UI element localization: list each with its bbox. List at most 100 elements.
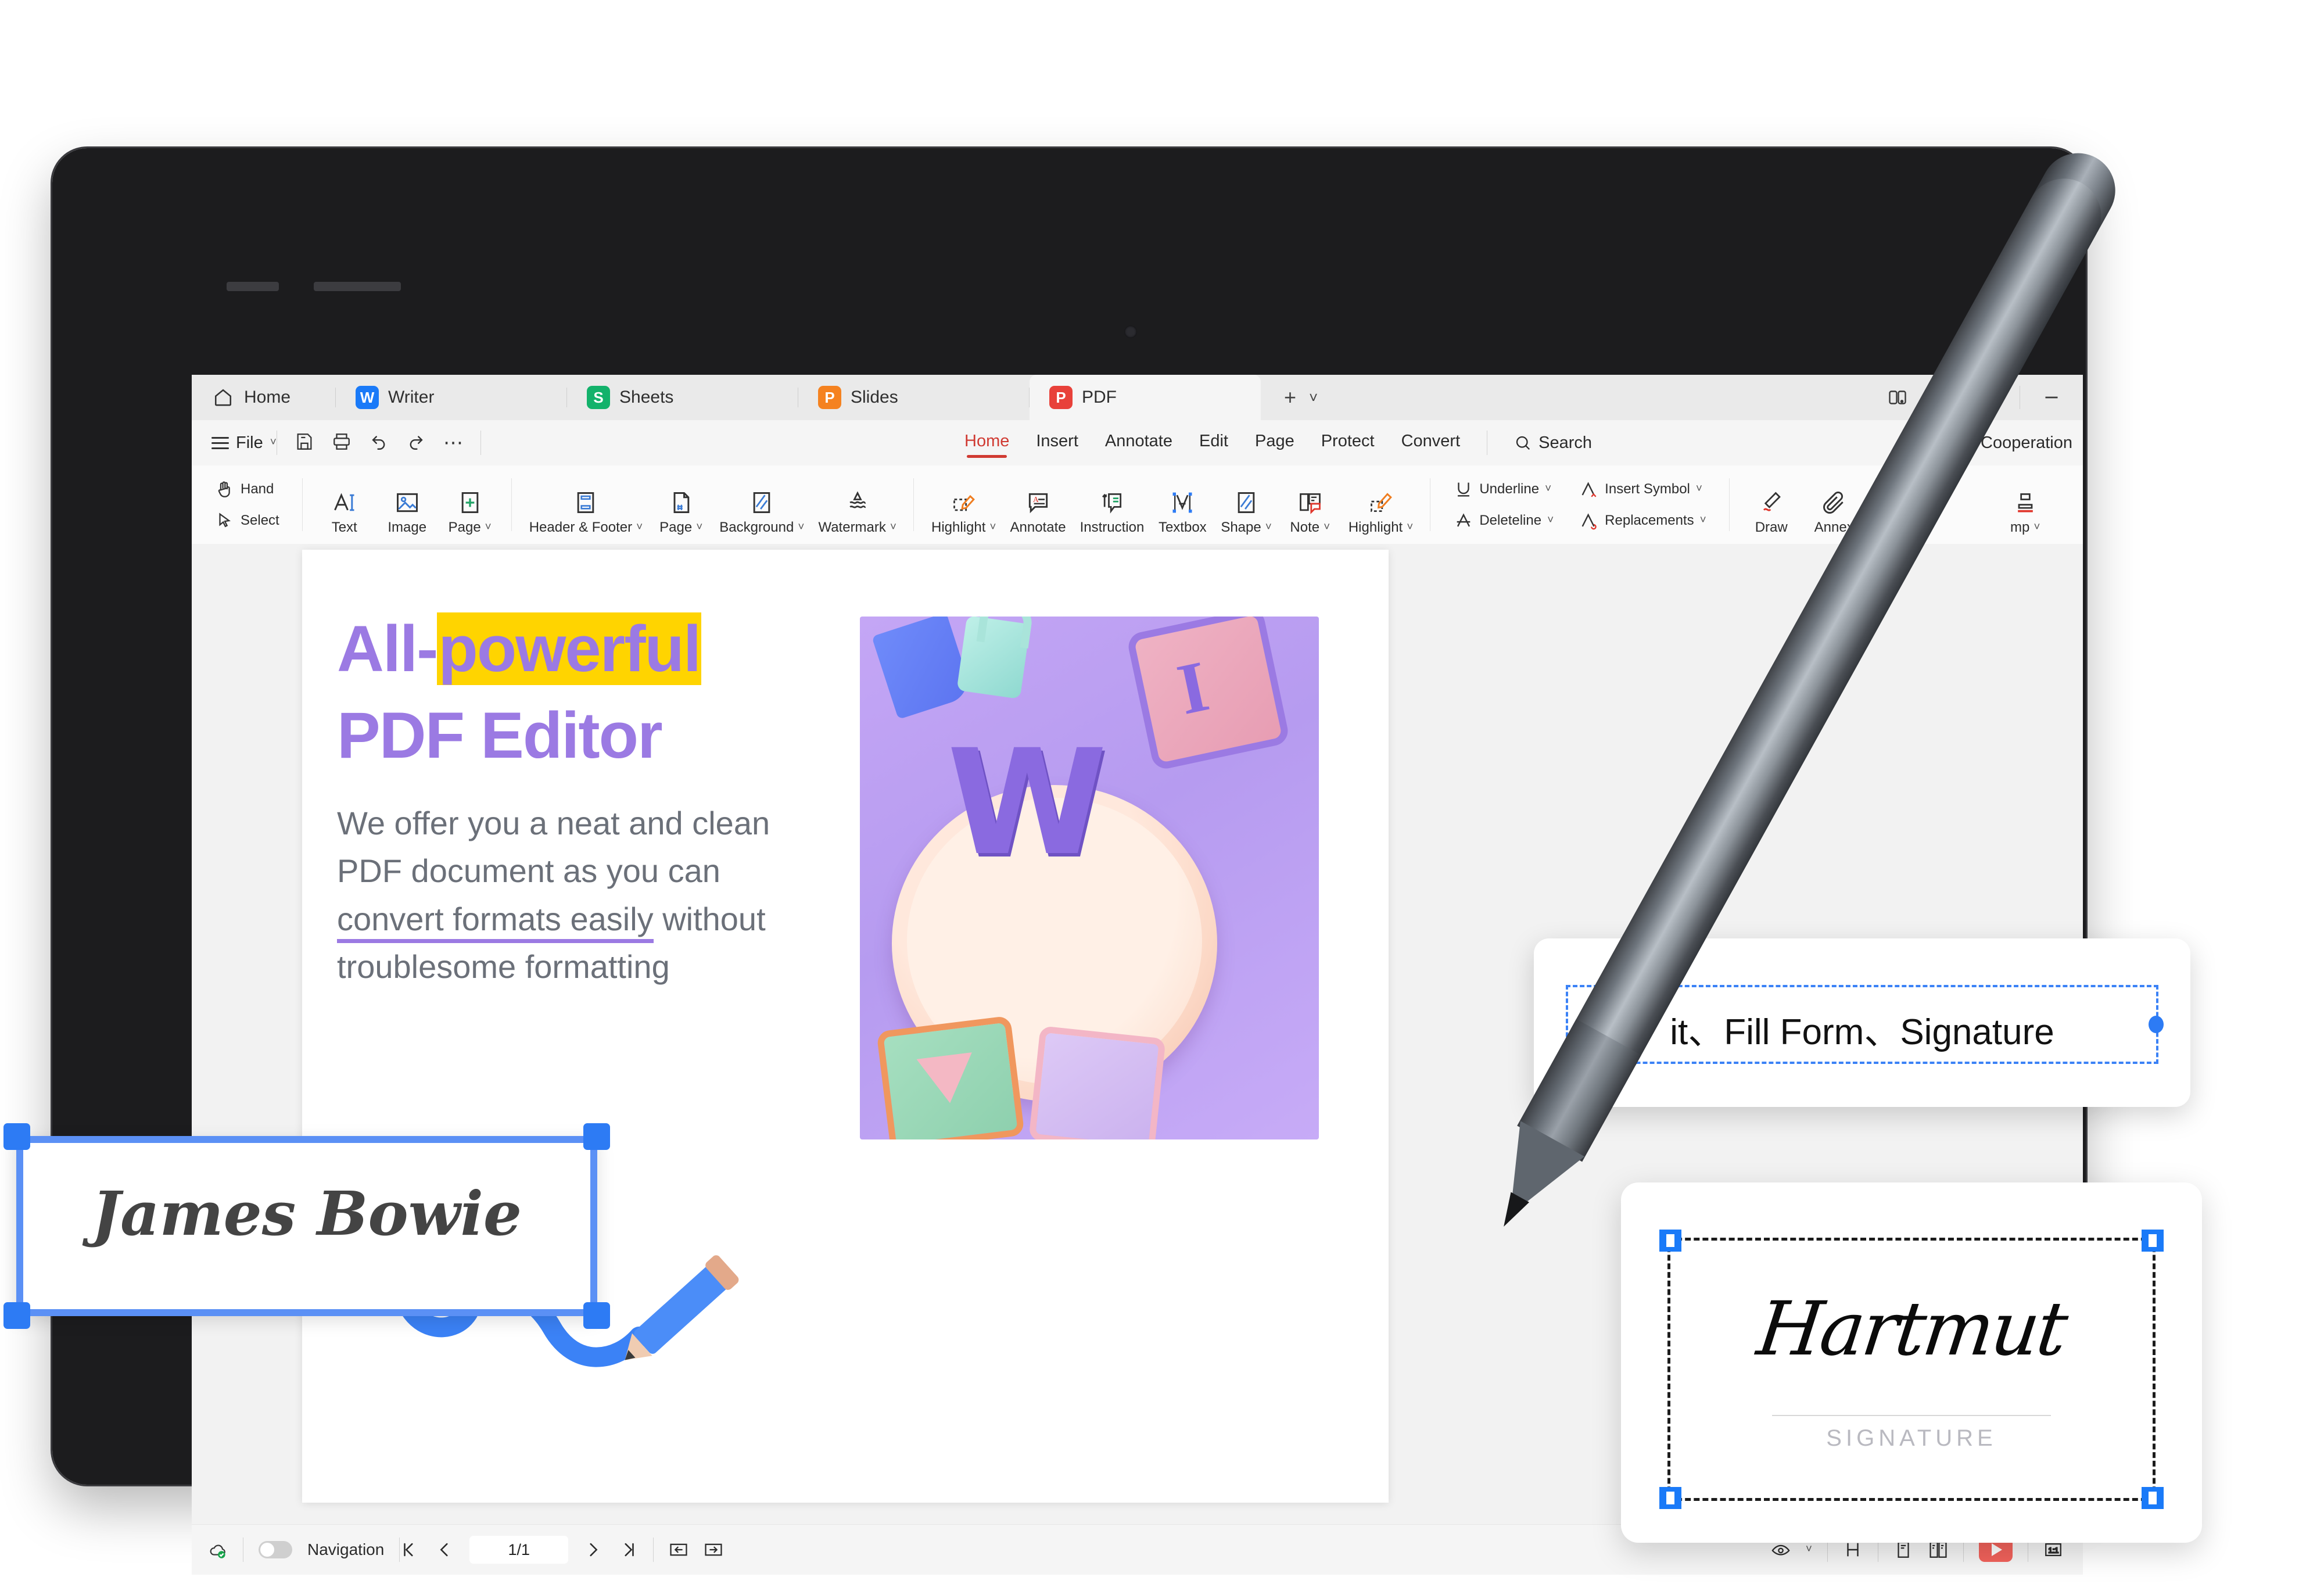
page-add-icon <box>461 492 479 513</box>
document-heading-line2: PDF Editor <box>337 699 663 772</box>
cloud-synced-icon[interactable] <box>208 1540 228 1560</box>
prev-page-icon[interactable] <box>435 1540 454 1560</box>
instruction-icon <box>1102 493 1121 514</box>
menu-item-annotate[interactable]: Annotate <box>1105 432 1172 454</box>
resize-handle-top-right[interactable] <box>583 1123 610 1150</box>
field-handle-right[interactable] <box>2149 1016 2164 1033</box>
resize-handle-top-left[interactable] <box>1659 1230 1681 1252</box>
signature-selection-box[interactable]: Hartmut SIGNATURE <box>1659 1230 2164 1509</box>
ribbon-label-textbox: Textbox <box>1158 519 1207 535</box>
next-page-icon[interactable] <box>583 1540 603 1560</box>
ribbon-label-shape: Shape <box>1221 519 1261 535</box>
ribbon-button-hand[interactable]: Hand <box>208 475 286 503</box>
menu-item-protect[interactable]: Protect <box>1321 432 1375 454</box>
ribbon-button-annotate[interactable]: A Annotate <box>1003 484 1073 544</box>
tab-writer[interactable]: W Writer <box>336 375 567 420</box>
menu-item-home[interactable]: Home <box>964 432 1009 458</box>
resize-handle-bottom-left[interactable] <box>1659 1487 1681 1509</box>
cooperation-toggle[interactable] <box>1939 435 1970 451</box>
resize-handle-bottom-left[interactable] <box>3 1302 30 1329</box>
ribbon-button-deleteline[interactable]: Deleteline ˅ <box>1447 507 1561 535</box>
eye-view-icon[interactable] <box>1771 1540 1791 1560</box>
header-footer-icon <box>578 492 594 513</box>
last-page-icon[interactable] <box>618 1540 638 1560</box>
ribbon-button-watermark[interactable]: Watermark ˅ <box>811 484 903 544</box>
navigation-toggle[interactable] <box>259 1541 292 1558</box>
paperclip-icon <box>1823 492 1844 514</box>
ribbon-label-select: Select <box>241 512 279 528</box>
single-page-icon[interactable] <box>1893 1540 1913 1560</box>
divider <box>653 1538 654 1562</box>
redo-icon[interactable] <box>406 432 426 454</box>
ribbon-button-annex[interactable]: Annex <box>1803 484 1866 544</box>
volume-button-down <box>314 282 401 291</box>
signature-panel[interactable]: Hartmut SIGNATURE <box>1621 1182 2202 1543</box>
tab-pdf[interactable]: P PDF <box>1030 375 1261 420</box>
ribbon-button-select[interactable]: Select <box>208 507 286 535</box>
new-tab-button[interactable]: + ˅ <box>1261 375 1341 420</box>
menu-item-page[interactable]: Page <box>1255 432 1294 454</box>
signature-textbox[interactable]: James Bowie <box>3 1123 610 1329</box>
fill-form-panel[interactable]: it、Fill Form、Signature <box>1534 938 2190 1107</box>
save-icon[interactable] <box>295 432 314 454</box>
actual-size-icon[interactable]: 1:1 <box>2043 1540 2063 1560</box>
ribbon-button-page-number[interactable]: Page ˅ <box>650 484 712 544</box>
ribbon-button-background[interactable]: Background ˅ <box>712 484 811 544</box>
illustration-shape-text-tile: I <box>1125 617 1291 772</box>
two-page-icon[interactable] <box>1928 1540 1948 1560</box>
illustration-shape-play-tile <box>876 1015 1025 1139</box>
grid-apps-icon[interactable] <box>1929 386 1952 409</box>
file-menu-button[interactable]: File ˅ <box>192 433 277 453</box>
heading-prefix: All- <box>337 612 438 685</box>
resize-handle-top-right[interactable] <box>2142 1230 2164 1252</box>
menu-bar: File ˅ ⋯ Home Insert Annotate Edit Page … <box>192 420 2083 465</box>
ribbon-button-highlight-pen[interactable]: Highlight ˅ <box>1342 484 1421 544</box>
ribbon-label-image: Image <box>388 519 427 535</box>
ribbon-button-note[interactable]: Note ˅ <box>1279 484 1342 544</box>
ribbon-button-instruction[interactable]: Instruction <box>1073 484 1152 544</box>
minimize-icon[interactable] <box>2040 386 2063 409</box>
status-left: Navigation <box>192 1538 400 1562</box>
chevron-down-icon: ˅ <box>1324 521 1330 533</box>
ribbon-button-image[interactable]: Image <box>376 484 439 544</box>
menu-item-insert[interactable]: Insert <box>1036 432 1078 454</box>
ribbon-label-watermark: Watermark <box>818 519 886 535</box>
ribbon-button-text[interactable]: Text <box>313 484 376 544</box>
ribbon-button-draw[interactable]: Draw <box>1740 484 1803 544</box>
tab-sheets[interactable]: S Sheets <box>567 375 798 420</box>
ribbon-button-stamp[interactable]: mp ˅ <box>1994 484 2057 544</box>
home-icon <box>211 386 235 409</box>
tab-slides[interactable]: P Slides <box>798 375 1030 420</box>
fit-height-icon[interactable] <box>1843 1540 1863 1560</box>
dual-screen-icon[interactable] <box>1886 386 1909 409</box>
stamp-icon <box>2017 493 2033 513</box>
resize-handle-bottom-right[interactable] <box>583 1302 610 1329</box>
menu-item-edit[interactable]: Edit <box>1199 432 1228 454</box>
menu-item-convert[interactable]: Convert <box>1401 432 1461 454</box>
first-page-icon[interactable] <box>400 1540 419 1560</box>
ribbon-button-header-footer[interactable]: Header & Footer ˅ <box>522 484 650 544</box>
ribbon-label-page-number: Page <box>659 519 693 535</box>
undo-icon[interactable] <box>369 432 389 454</box>
next-view-icon[interactable] <box>704 1540 723 1560</box>
resize-handle-top-left[interactable] <box>3 1123 30 1150</box>
resize-handle-bottom-right[interactable] <box>2142 1487 2164 1509</box>
ribbon-button-underline[interactable]: Underline ˅ <box>1447 475 1561 503</box>
tab-home[interactable]: Home <box>192 375 336 420</box>
prev-view-icon[interactable] <box>669 1540 688 1560</box>
print-icon[interactable] <box>332 432 352 454</box>
signature-textbox-value: James Bowie <box>91 1178 522 1249</box>
page-indicator[interactable]: 1/1 <box>469 1536 569 1564</box>
ribbon-button-page-add[interactable]: Page ˅ <box>439 484 501 544</box>
ribbon-button-insert-symbol[interactable]: Insert Symbol ˅ <box>1572 475 1713 503</box>
avatar[interactable] <box>1972 384 2000 411</box>
search-button[interactable]: Search <box>1514 433 1592 453</box>
ribbon-button-textbox[interactable]: Textbox <box>1151 484 1214 544</box>
ribbon-button-shape[interactable]: Shape ˅ <box>1214 484 1279 544</box>
fill-form-dashed-field[interactable]: it、Fill Form、Signature <box>1566 985 2164 1064</box>
chevron-down-icon[interactable]: ˅ <box>1806 1543 1812 1556</box>
ribbon-button-highlight-area[interactable]: Highlight ˅ <box>924 484 1003 544</box>
ribbon-button-replacements[interactable]: Replacements ˅ <box>1572 507 1713 535</box>
chevron-down-icon[interactable]: ˅ <box>1309 389 1318 407</box>
ribbon-label-header-footer: Header & Footer <box>529 519 633 535</box>
